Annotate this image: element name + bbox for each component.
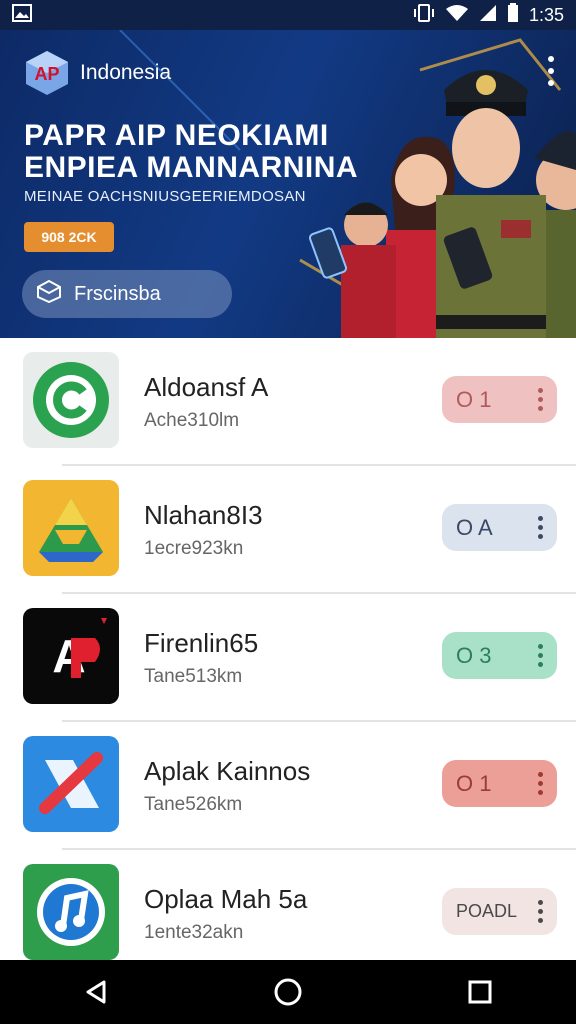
banner-subtitle: MEINAE OACHSNIUSGEERIEMDOSAN bbox=[24, 188, 306, 205]
headline-line-2: ENPIEA MANNARNINA bbox=[24, 151, 359, 184]
list-item[interactable]: Aplak Kainnos Tane526km O 1 bbox=[0, 722, 576, 850]
list-item[interactable]: Oplaa Mah 5a 1ente32akn POADL bbox=[0, 850, 576, 978]
back-triangle-icon[interactable] bbox=[76, 972, 116, 1012]
ap-icon[interactable]: A bbox=[23, 608, 119, 704]
status-right: 1:35 bbox=[413, 2, 564, 28]
music-note-icon[interactable] bbox=[23, 864, 119, 960]
more-vert-icon[interactable] bbox=[538, 900, 543, 923]
brand-logo-icon: AP bbox=[26, 51, 68, 95]
app-action-button[interactable]: POADL bbox=[442, 888, 557, 935]
status-bar: 1:35 bbox=[0, 0, 576, 30]
image-icon bbox=[12, 3, 32, 27]
app-action-button[interactable]: O 3 bbox=[442, 632, 557, 679]
app-title: Aldoansf A bbox=[144, 372, 269, 402]
green-c-icon[interactable] bbox=[23, 352, 119, 448]
action-label: POADL bbox=[456, 901, 518, 921]
cta-label: Frscinsba bbox=[74, 282, 161, 305]
app-action-button[interactable]: O A bbox=[442, 504, 557, 551]
promo-banner[interactable]: AP Indonesia PAPR AIP NEOKIAMI ENPIEA MA… bbox=[0, 30, 576, 338]
box-icon bbox=[36, 279, 62, 309]
app-subtitle: Tane513km bbox=[144, 666, 243, 687]
app-title: Oplaa Mah 5a bbox=[144, 884, 308, 914]
blue-x-icon[interactable] bbox=[23, 736, 119, 832]
logo-text: AP bbox=[34, 64, 59, 84]
app-subtitle: Ache310lm bbox=[144, 410, 240, 431]
app-action-button[interactable]: O 1 bbox=[442, 760, 557, 807]
home-circle-icon[interactable] bbox=[268, 972, 308, 1012]
banner-illustration bbox=[308, 70, 576, 338]
app-subtitle: Tane526km bbox=[144, 794, 243, 815]
action-label: O 3 bbox=[456, 642, 492, 668]
app-subtitle: 1ente32akn bbox=[144, 922, 244, 943]
list-item[interactable]: A Firenlin65 Tane513km O 3 bbox=[0, 594, 576, 722]
app-list: Aldoansf A Ache310lm O 1 Nlahan8I3 1ecre… bbox=[0, 338, 576, 978]
list-item[interactable]: Nlahan8I3 1ecre923kn O A bbox=[0, 466, 576, 594]
headline-line-1: PAPR AIP NEOKIAMI bbox=[24, 119, 329, 152]
battery-icon bbox=[507, 2, 519, 28]
app-action-button[interactable]: O 1 bbox=[442, 376, 557, 423]
status-left bbox=[12, 3, 32, 27]
action-label: O 1 bbox=[456, 770, 492, 796]
vibrate-icon bbox=[413, 3, 435, 27]
more-vert-icon[interactable] bbox=[538, 644, 543, 667]
action-label: O 1 bbox=[456, 386, 492, 412]
app-subtitle: 1ecre923kn bbox=[144, 538, 244, 559]
more-vert-icon[interactable] bbox=[538, 516, 543, 539]
signal-icon bbox=[479, 4, 497, 27]
action-label: O A bbox=[456, 514, 493, 540]
banner-headline: PAPR AIP NEOKIAMI ENPIEA MANNARNINA bbox=[24, 120, 384, 184]
app-title: Aplak Kainnos bbox=[144, 756, 311, 786]
more-vert-icon[interactable] bbox=[548, 56, 554, 86]
cta-button[interactable]: Frscinsba bbox=[22, 270, 232, 318]
drive-triangle-icon[interactable] bbox=[23, 480, 119, 576]
system-nav-bar bbox=[0, 960, 576, 1024]
app-title: Firenlin65 bbox=[144, 628, 259, 658]
list-item[interactable]: Aldoansf A Ache310lm O 1 bbox=[0, 338, 576, 466]
promo-chip[interactable]: 908 2CK bbox=[24, 222, 114, 252]
recents-square-icon[interactable] bbox=[460, 972, 500, 1012]
status-time: 1:35 bbox=[528, 4, 564, 25]
brand-name: Indonesia bbox=[80, 61, 172, 84]
wifi-icon bbox=[445, 4, 469, 27]
more-vert-icon[interactable] bbox=[538, 772, 543, 795]
brand-row: AP Indonesia bbox=[24, 50, 171, 96]
app-title: Nlahan8I3 bbox=[144, 500, 263, 530]
more-vert-icon[interactable] bbox=[538, 388, 543, 411]
